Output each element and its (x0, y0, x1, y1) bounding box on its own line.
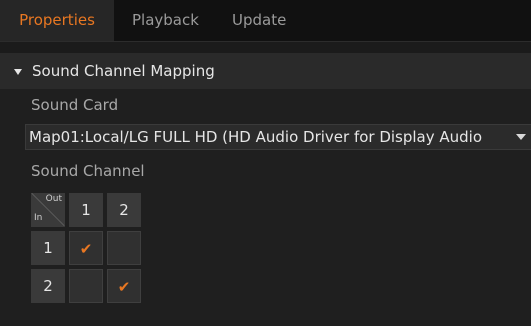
check-icon: ✔ (79, 240, 93, 258)
sound-channel-mapping-header[interactable]: Sound Channel Mapping (0, 53, 531, 89)
in-channel-header-2: 2 (31, 269, 65, 303)
check-icon: ✔ (117, 278, 131, 296)
corner-out-label: Out (45, 194, 62, 204)
out-channel-header-2: 2 (107, 193, 141, 227)
mapping-cell-in2-out2[interactable]: ✔ (107, 269, 141, 303)
matrix-corner-cell: Out In (31, 193, 65, 227)
mapping-cell-in1-out2[interactable] (107, 231, 141, 265)
mapping-cell-in2-out1[interactable] (69, 269, 103, 303)
sound-channel-mapping-panel: Sound Card Map01:Local/LG FULL HD (HD Au… (0, 89, 531, 326)
tab-playback[interactable]: Playback (132, 0, 199, 41)
tab-bar: Properties Playback Update (0, 0, 531, 42)
sound-card-select[interactable]: Map01:Local/LG FULL HD (HD Audio Driver … (25, 124, 531, 150)
sound-channel-label: Sound Channel (31, 162, 145, 180)
properties-window: Properties Playback Update Sound Channel… (0, 0, 531, 326)
tab-update[interactable]: Update (232, 0, 286, 41)
sound-card-label: Sound Card (31, 96, 119, 114)
dropdown-arrow-icon[interactable] (516, 134, 526, 140)
expand-triangle-icon[interactable] (14, 69, 22, 75)
in-channel-header-1: 1 (31, 231, 65, 265)
mapping-cell-in1-out1[interactable]: ✔ (69, 231, 103, 265)
sound-card-selected-value: Map01:Local/LG FULL HD (HD Audio Driver … (29, 128, 483, 146)
out-channel-header-1: 1 (69, 193, 103, 227)
section-title: Sound Channel Mapping (32, 62, 215, 80)
corner-in-label: In (34, 213, 43, 223)
tab-properties[interactable]: Properties (0, 0, 114, 41)
